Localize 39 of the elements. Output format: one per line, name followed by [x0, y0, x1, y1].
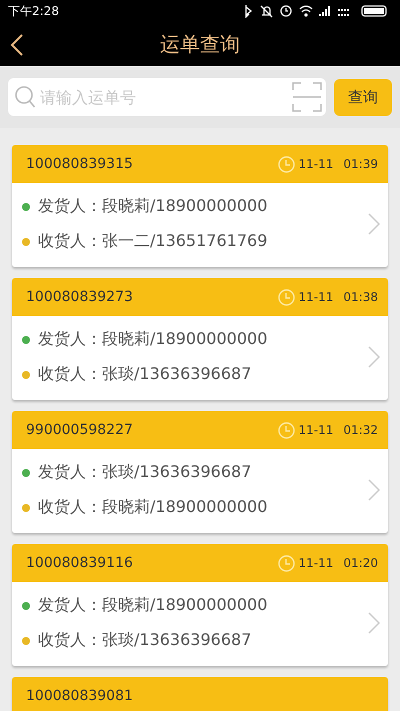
- party-label: 发货人：段晓莉/18900000000: [38, 595, 268, 616]
- query-button[interactable]: 查询: [334, 78, 392, 116]
- party-label: 收货人：张琰/13636396687: [38, 630, 252, 651]
- clock-icon: [278, 288, 295, 306]
- waybill-date: 11-11: [298, 290, 334, 304]
- waybill-number: 100080839116: [26, 555, 133, 571]
- clock-icon: [278, 422, 295, 438]
- party-label: 收货人：张一二/13651761769: [38, 231, 268, 252]
- waybill-card[interactable]: 100080839116 11-11 01:20 发货人：段晓莉/18900000000 收货人：张琰/13636396687: [12, 544, 388, 666]
- clock-icon: [278, 156, 295, 172]
- waybill-number: 990000598227: [26, 422, 133, 438]
- waybill-card[interactable]: 990000598227 11-11 01:32 发货人：张琰/13636396687 收货人：段晓莉/18900000000: [12, 411, 388, 533]
- waybill-card[interactable]: 100080839081: [12, 677, 388, 711]
- party-label: 收货人：张琰/13636396687: [38, 364, 252, 385]
- clock-icon: [278, 554, 295, 572]
- party-label: 发货人：段晓莉/18900000000: [38, 329, 268, 350]
- chevron-icon: [368, 346, 380, 368]
- chevron-icon: [368, 213, 380, 235]
- waybill-time: 01:20: [343, 556, 378, 570]
- status-time: 下午2:28: [8, 2, 59, 20]
- party-label: 发货人：段晓莉/18900000000: [38, 196, 268, 217]
- waybill-time: 01:38: [343, 290, 378, 304]
- waybill-date: 11-11: [298, 556, 334, 570]
- page-title: 运单查询: [160, 30, 240, 58]
- waybill-number: 100080839273: [26, 289, 133, 305]
- waybill-card[interactable]: 100080839315 11-11 01:39 发货人：段晓莉/18900000000 收货人：张一二/13651761769: [12, 145, 388, 267]
- search-icon: [14, 85, 36, 109]
- chevron-icon: [368, 612, 380, 634]
- waybill-number: 100080839315: [26, 156, 133, 172]
- waybill-date: 11-11: [298, 423, 334, 437]
- waybill-time: 01:39: [343, 157, 378, 171]
- waybill-time: 01:32: [343, 423, 378, 437]
- party-label: 收货人：段晓莉/18900000000: [38, 497, 268, 518]
- chevron-icon: [368, 479, 380, 501]
- party-label: 发货人：张琰/13636396687: [38, 462, 252, 483]
- waybill-card[interactable]: 100080839273 11-11 01:38 发货人：段晓莉/18900000000 收货人：张琰/13636396687: [12, 278, 388, 400]
- waybill-number: 100080839081: [26, 688, 133, 704]
- waybill-date: 11-11: [298, 157, 334, 171]
- back-icon[interactable]: [10, 33, 24, 57]
